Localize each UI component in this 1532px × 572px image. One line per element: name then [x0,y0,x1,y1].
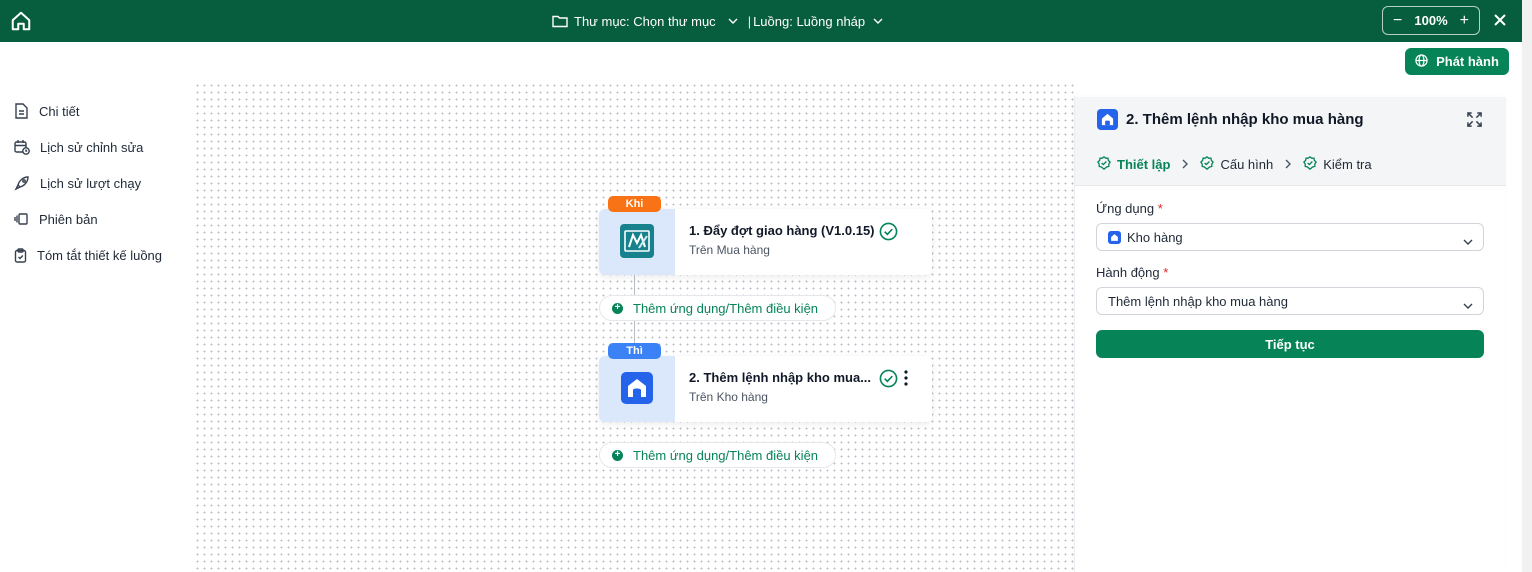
chevron-down-icon [1463,233,1473,248]
required-mark: * [1163,265,1169,280]
folder-icon [552,14,568,28]
panel-title: 2. Thêm lệnh nhập kho mua hàng [1126,111,1364,128]
check-circle-icon [879,369,898,391]
action-select[interactable]: Thêm lệnh nhập kho mua hàng [1096,287,1484,315]
expand-icon[interactable] [1467,112,1482,130]
check-badge-icon [1200,155,1215,173]
sidebar-item-label: Tóm tắt thiết kế luồng [37,247,163,263]
node-title: 1. Đẩy đợt giao hàng (V1.0.15) [689,223,875,238]
tab-setup[interactable]: Thiết lập [1097,155,1171,173]
close-icon[interactable] [1491,11,1509,29]
globe-icon [1415,53,1428,70]
sidebar-item-versions[interactable]: Phiên bản [14,209,98,229]
sidebar-item-run-history[interactable]: Lịch sử lượt chạy [14,173,141,193]
add-app-condition-button[interactable]: + Thêm ứng dụng/Thêm điều kiện [599,442,836,468]
continue-button[interactable]: Tiếp tục [1096,330,1484,358]
warehouse-app-icon [1097,109,1118,130]
add-label: Thêm ứng dụng/Thêm điều kiện [633,447,819,463]
step-tabs: Thiết lập Cấu hình Kiểm tra [1075,143,1506,186]
breadcrumb-separator: | [747,13,752,29]
zoom-level: 100% [1414,13,1448,28]
publish-label: Phát hành [1436,54,1499,69]
step-config-panel: 2. Thêm lệnh nhập kho mua hàng Thiết lập… [1074,97,1506,572]
node-icon-area [599,356,675,422]
tab-label: Kiểm tra [1323,156,1372,172]
zoom-in-button[interactable]: + [1460,12,1469,29]
chevron-right-icon [1285,159,1292,169]
add-app-condition-button[interactable]: + Thêm ứng dụng/Thêm điều kiện [599,295,836,321]
zoom-out-button[interactable]: − [1393,12,1402,29]
app-select[interactable]: Kho hàng [1096,223,1484,251]
sidebar-item-label: Lịch sử lượt chạy [40,175,142,191]
clipboard-icon [14,247,27,263]
flow-label: Luồng: Luồng nháp [753,13,866,29]
trigger-tag: Khi [608,196,661,212]
action-field-label: Hành động * [1096,265,1168,280]
rocket-icon [14,175,30,191]
sidebar-item-flow-summary[interactable]: Tóm tắt thiết kế luồng [14,245,162,265]
check-badge-icon [1303,155,1318,173]
publish-button[interactable]: Phát hành [1405,48,1509,75]
label-text: Hành động [1096,265,1160,280]
flow-selector[interactable]: Luồng: Luồng nháp [753,14,883,29]
node-subtitle: Trên Kho hàng [689,390,768,404]
breadcrumb: Thư mục: Chọn thư mục | Luồng: Luồng nhá… [552,0,883,42]
folder-label: Thư mục: Chọn thư mục [574,13,716,29]
sidebar-item-label: Lịch sử chỉnh sửa [40,139,144,155]
plus-icon: + [612,302,623,314]
flow-node-action[interactable]: 2. Thêm lệnh nhập kho mua... Trên Kho hà… [599,356,932,422]
warehouse-app-icon [1108,230,1121,244]
panel-header: 2. Thêm lệnh nhập kho mua hàng [1075,97,1506,143]
versions-icon [14,212,29,226]
sidebar-item-label: Phiên bản [39,211,98,227]
tab-label: Thiết lập [1117,156,1171,172]
check-badge-icon [1097,155,1111,173]
tab-configure[interactable]: Cấu hình [1200,155,1274,173]
chevron-down-icon [873,18,883,24]
purchase-app-icon [619,223,655,262]
sidebar-item-label: Chi tiết [39,103,80,119]
node-icon-area [599,209,675,275]
document-icon [14,103,29,119]
calendar-clock-icon [14,139,30,155]
plus-icon: + [612,449,623,461]
connector-line [634,321,635,343]
flow-node-trigger[interactable]: 1. Đẩy đợt giao hàng (V1.0.15) Trên Mua … [599,209,932,275]
node-subtitle: Trên Mua hàng [689,243,770,257]
action-tag: Thì [608,343,661,359]
tab-test[interactable]: Kiểm tra [1303,155,1372,173]
chevron-right-icon [1182,159,1189,169]
scrollbar[interactable] [1522,0,1532,572]
sidebar-item-edit-history[interactable]: Lịch sử chỉnh sửa [14,137,143,157]
app-field-label: Ứng dụng * [1096,201,1163,216]
sidebar: Chi tiết Lịch sử chỉnh sửa Lịch sử lượt … [0,82,194,572]
label-text: Ứng dụng [1096,201,1155,216]
required-mark: * [1157,201,1163,216]
top-bar: Thư mục: Chọn thư mục | Luồng: Luồng nhá… [0,0,1522,42]
zoom-control: − 100% + [1382,6,1480,35]
connector-line [634,275,635,295]
add-label: Thêm ứng dụng/Thêm điều kiện [633,300,819,316]
home-icon[interactable] [8,8,34,34]
check-circle-icon [879,222,898,244]
more-options-icon[interactable] [904,370,908,389]
tab-label: Cấu hình [1220,156,1274,172]
warehouse-app-icon [621,371,653,407]
sidebar-item-details[interactable]: Chi tiết [14,101,79,121]
action-select-value: Thêm lệnh nhập kho mua hàng [1108,293,1288,309]
node-title: 2. Thêm lệnh nhập kho mua... [689,370,872,385]
chevron-down-icon [728,18,738,24]
chevron-down-icon [1463,297,1473,312]
folder-selector[interactable]: Thư mục: Chọn thư mục [552,14,738,29]
app-select-value: Kho hàng [1127,229,1183,245]
